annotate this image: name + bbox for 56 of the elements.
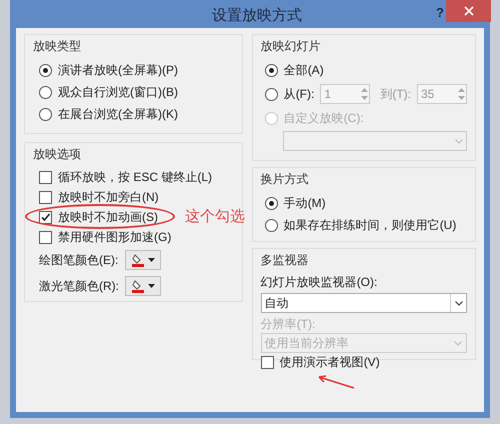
color-picker-button[interactable] xyxy=(125,250,161,270)
group-title: 放映选项 xyxy=(33,146,82,163)
group-title: 放映类型 xyxy=(33,38,82,55)
paint-bucket-icon xyxy=(131,253,145,267)
checkbox[interactable] xyxy=(260,356,274,368)
pen-color-label: 激光笔颜色(R): xyxy=(39,278,119,295)
pen-color-label: 绘图笔颜色(E): xyxy=(39,252,119,269)
option-label: 放映时不加动画(S) xyxy=(58,209,158,226)
annotation-text: 这个勾选 xyxy=(185,207,245,227)
radio-button[interactable] xyxy=(264,196,278,210)
option-label: 从(F): xyxy=(284,86,314,103)
option-label: 自定义放映(C): xyxy=(284,110,364,127)
checkbox[interactable] xyxy=(39,190,52,204)
monitor-dropdown[interactable]: 自动 xyxy=(260,293,467,313)
checkbox[interactable] xyxy=(39,170,52,184)
option-label: 如果存在排练时间，则使用它(U) xyxy=(284,217,456,234)
radio-button[interactable] xyxy=(264,218,278,232)
option-label: 全部(A) xyxy=(284,62,324,79)
group-title: 多监视器 xyxy=(260,252,310,269)
close-button[interactable] xyxy=(446,0,491,22)
spinner-arrows-icon xyxy=(457,86,466,102)
field-label: 幻灯片放映监视器(O): xyxy=(260,274,378,291)
option-label: 使用演示者视图(V) xyxy=(280,354,380,371)
checkbox[interactable] xyxy=(39,210,52,224)
option-label: 在展台浏览(全屏幕)(K) xyxy=(58,106,178,123)
spinner-arrows-icon xyxy=(360,86,370,102)
number-field[interactable]: 1 xyxy=(320,84,370,104)
number-field[interactable]: 35 xyxy=(417,84,467,104)
radio-button[interactable] xyxy=(264,88,278,100)
checkbox[interactable] xyxy=(39,230,52,244)
radio-button[interactable] xyxy=(39,108,52,120)
dropdown-arrow-icon xyxy=(148,284,155,288)
option-label: 到(T): xyxy=(380,86,411,103)
help-button[interactable]: ? xyxy=(436,3,444,22)
color-picker-button[interactable] xyxy=(125,276,161,296)
window-title: 设置放映方式 xyxy=(212,6,302,26)
group-title: 放映幻灯片 xyxy=(260,38,322,55)
option-label: 禁用硬件图形加速(G) xyxy=(58,229,172,246)
paint-bucket-icon xyxy=(131,279,145,293)
group-title: 换片方式 xyxy=(260,171,310,188)
radio-button[interactable] xyxy=(39,64,52,76)
chevron-down-icon xyxy=(454,340,462,346)
option-label: 观众自行浏览(窗口)(B) xyxy=(58,84,178,101)
field-label: 分辨率(T): xyxy=(260,316,316,333)
chevron-down-icon xyxy=(455,138,463,144)
option-label: 演讲者放映(全屏幕)(P) xyxy=(58,62,178,79)
resolution-dropdown[interactable]: 使用当前分辨率 xyxy=(260,333,467,353)
chevron-down-icon xyxy=(454,300,462,306)
annotation-arrow xyxy=(316,375,356,389)
close-icon xyxy=(464,6,474,16)
option-label: 循环放映，按 ESC 键终止(L) xyxy=(58,169,212,186)
option-label: 手动(M) xyxy=(284,195,326,212)
radio-button[interactable] xyxy=(39,86,52,98)
dropdown-arrow-icon xyxy=(148,258,155,262)
option-label: 放映时不加旁白(N) xyxy=(58,189,159,206)
radio-button[interactable] xyxy=(264,64,278,76)
